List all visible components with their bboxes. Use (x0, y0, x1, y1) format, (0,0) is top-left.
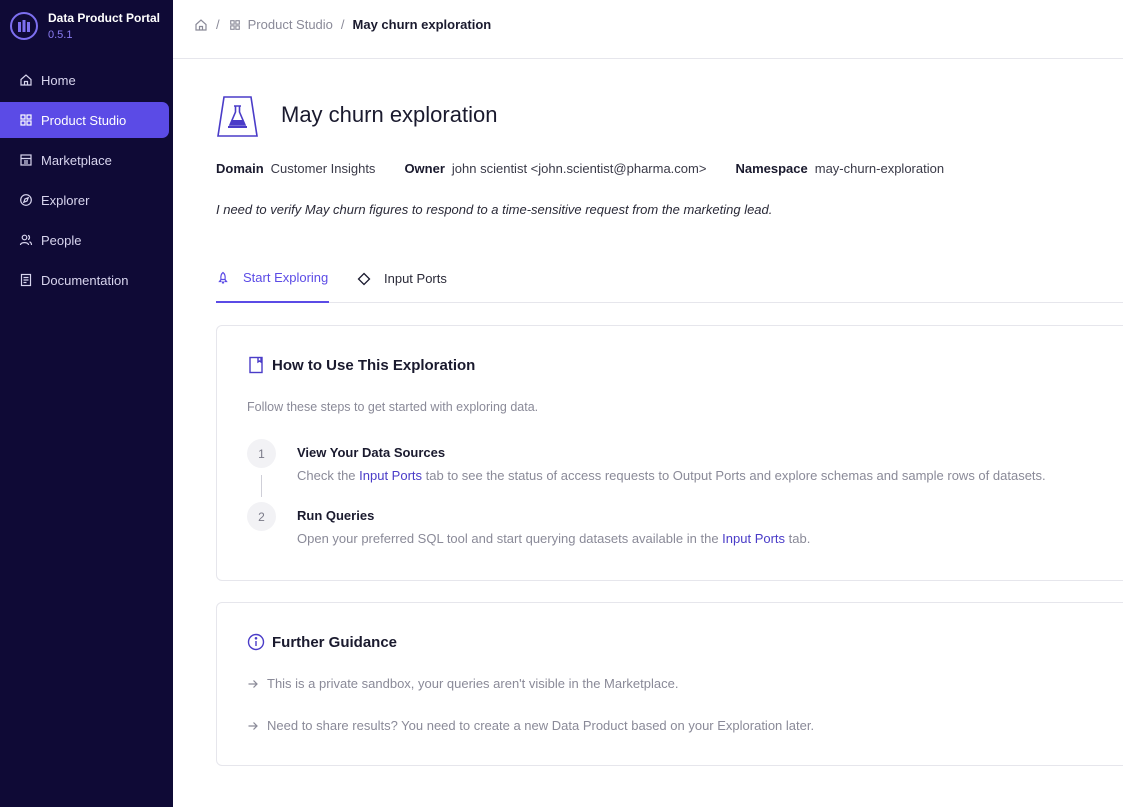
page-metadata: Domain Customer Insights Owner john scie… (216, 161, 973, 176)
input-ports-link[interactable]: Input Ports (359, 468, 422, 483)
step-desc-text: tab. (785, 531, 811, 546)
sidebar-item-label: Home (41, 72, 76, 88)
brand[interactable]: Data Product Portal 0.5.1 (10, 11, 160, 42)
tab-start-exploring[interactable]: Start Exploring (216, 262, 329, 303)
tab-label: Start Exploring (243, 270, 329, 285)
step-desc-text: Open your preferred SQL tool and start q… (297, 531, 723, 546)
flask-icon (216, 95, 259, 138)
guidance-item: This is a private sandbox, your queries … (247, 676, 678, 691)
sidebar-item-product-studio[interactable]: Product Studio (0, 102, 169, 138)
guidance-title-text: Further Guidance (272, 633, 398, 651)
breadcrumb-separator: / (216, 17, 220, 32)
arrow-right-icon (247, 678, 259, 690)
sidebar-item-marketplace[interactable]: Marketplace (0, 142, 169, 178)
breadcrumb: / Product Studio / May churn exploration (194, 17, 491, 32)
step-title: Run Queries (297, 508, 375, 523)
home-icon (19, 73, 33, 87)
owner-label: Owner (404, 161, 445, 176)
sidebar: Data Product Portal 0.5.1 Home Product S… (0, 0, 173, 807)
book-icon (247, 356, 265, 374)
sidebar-item-explorer[interactable]: Explorer (0, 182, 169, 218)
breadcrumb-parent-label: Product Studio (247, 17, 333, 32)
compass-icon (19, 193, 33, 207)
sidebar-item-documentation[interactable]: Documentation (0, 262, 169, 298)
tab-label: Input Ports (384, 271, 447, 286)
domain-value: Customer Insights (270, 161, 376, 176)
step-number: 2 (247, 502, 276, 531)
top-bar: / Product Studio / May churn exploration (173, 0, 1123, 59)
portal-logo-icon (10, 12, 38, 40)
tabs: Start Exploring Input Ports (216, 262, 1123, 303)
guidance-text: This is a private sandbox, your queries … (267, 676, 679, 691)
sidebar-item-label: People (41, 232, 82, 248)
document-icon (19, 273, 33, 287)
rocket-icon (216, 271, 230, 285)
step-desc-text: tab to see the status of access requests… (422, 468, 1046, 483)
arrow-right-icon (247, 720, 259, 732)
store-icon (19, 153, 33, 167)
people-icon (19, 233, 33, 247)
namespace-label: Namespace (735, 161, 808, 176)
guidance-item: Need to share results? You need to creat… (247, 718, 814, 733)
grid-icon (228, 18, 242, 32)
grid-icon (19, 113, 33, 127)
breadcrumb-separator: / (340, 17, 345, 32)
app-title: Data Product Portal (48, 11, 161, 25)
step-connector (261, 475, 262, 497)
how-to-card: How to Use This Exploration Follow these… (216, 325, 1123, 581)
owner-value: john scientist <john.scientist@pharma.co… (451, 161, 707, 176)
input-ports-link[interactable]: Input Ports (722, 531, 785, 546)
guidance-title: Further Guidance (247, 633, 397, 651)
sidebar-item-label: Explorer (41, 192, 90, 208)
page-title: May churn exploration (281, 102, 498, 127)
sidebar-nav: Home Product Studio Marketplace Explorer… (0, 62, 173, 302)
how-to-subtitle: Follow these steps to get started with e… (247, 400, 539, 414)
step-description: Open your preferred SQL tool and start q… (297, 531, 810, 546)
sidebar-item-home[interactable]: Home (0, 62, 169, 98)
guidance-text: Need to share results? You need to creat… (267, 718, 815, 733)
how-to-title: How to Use This Exploration (247, 356, 475, 374)
tab-input-ports[interactable]: Input Ports (357, 262, 447, 303)
diamond-icon (357, 272, 371, 286)
info-icon (247, 633, 265, 651)
breadcrumb-current: May churn exploration (352, 17, 492, 32)
guidance-card: Further Guidance This is a private sandb… (216, 602, 1123, 766)
step-desc-text: Check the (297, 468, 360, 483)
how-to-title-text: How to Use This Exploration (272, 356, 476, 374)
step-description: Check the Input Ports tab to see the sta… (297, 468, 1046, 483)
namespace-value: may-churn-exploration (814, 161, 945, 176)
sidebar-item-people[interactable]: People (0, 222, 169, 258)
step-title: View Your Data Sources (297, 445, 446, 460)
step-number: 1 (247, 439, 276, 468)
app-version: 0.5.1 (48, 29, 73, 41)
breadcrumb-product-studio[interactable]: Product Studio (228, 17, 333, 32)
sidebar-item-label: Documentation (41, 272, 129, 288)
domain-label: Domain (216, 161, 264, 176)
page-description: I need to verify May churn figures to re… (216, 202, 773, 217)
home-icon[interactable] (194, 18, 208, 32)
sidebar-item-label: Marketplace (41, 152, 112, 168)
sidebar-item-label: Product Studio (41, 112, 127, 128)
